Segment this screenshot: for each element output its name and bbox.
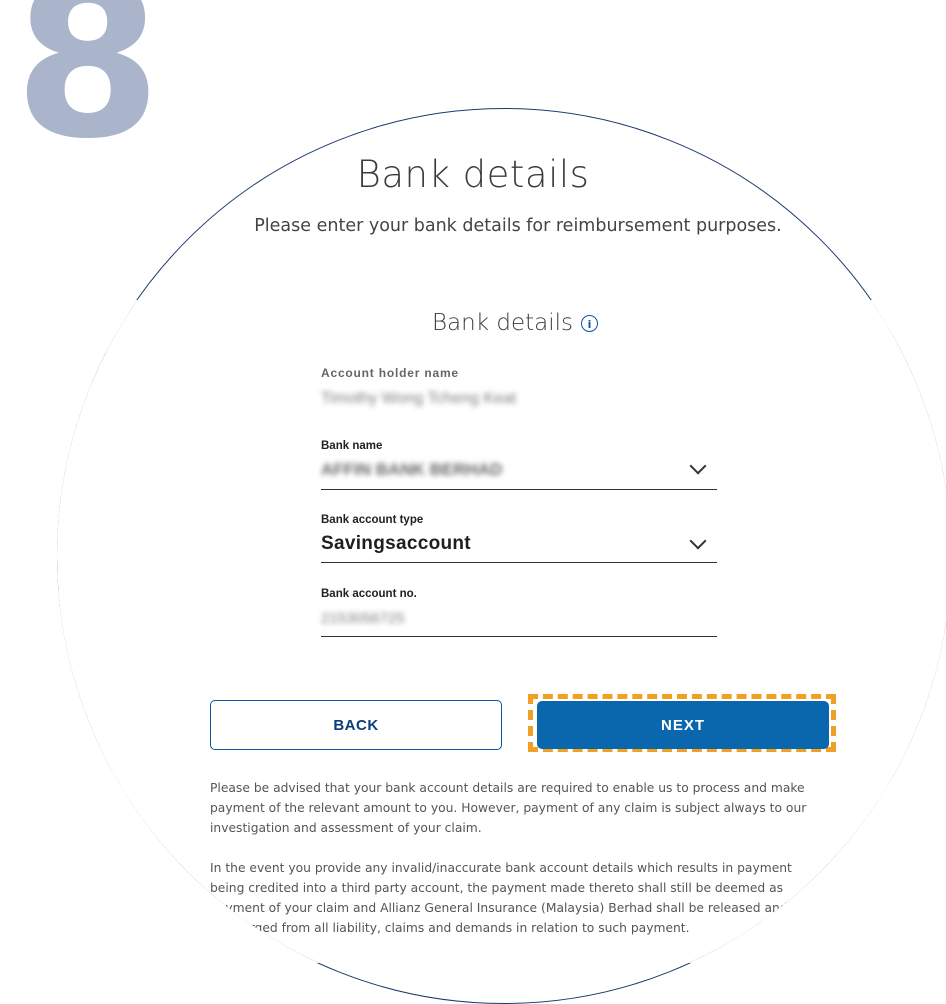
page-subtitle: Please enter your bank details for reimb… <box>254 216 782 236</box>
bank-name-underline <box>321 489 717 490</box>
account-no-label: Bank account no. <box>321 588 417 600</box>
next-button[interactable]: NEXT <box>537 701 829 749</box>
info-icon[interactable]: i <box>581 314 598 332</box>
chevron-down-icon[interactable] <box>689 457 707 475</box>
account-no-input[interactable]: 2153056725 <box>321 610 404 627</box>
bank-name-label: Bank name <box>321 440 383 452</box>
account-type-label: Bank account type <box>321 514 424 526</box>
section-title-text: Bank details <box>432 310 573 336</box>
account-type-underline <box>321 562 717 563</box>
back-button[interactable]: BACK <box>210 700 502 750</box>
chevron-down-icon[interactable] <box>689 532 707 550</box>
section-title: Bank details i <box>432 310 598 336</box>
account-no-underline <box>321 636 717 637</box>
bank-name-select[interactable]: AFFIN BANK BERHAD <box>321 460 502 480</box>
page-title: Bank details <box>356 153 590 196</box>
account-holder-label: Account holder name <box>321 366 459 380</box>
disclaimer-paragraph-1: Please be advised that your bank account… <box>210 781 807 835</box>
disclaimer-paragraph-2: In the event you provide any invalid/ina… <box>210 861 792 935</box>
account-type-select[interactable]: Savingsaccount <box>321 533 471 555</box>
step-number: 8 <box>14 0 162 185</box>
account-holder-value: Timothy Wong Tcheng Keat <box>321 390 517 407</box>
